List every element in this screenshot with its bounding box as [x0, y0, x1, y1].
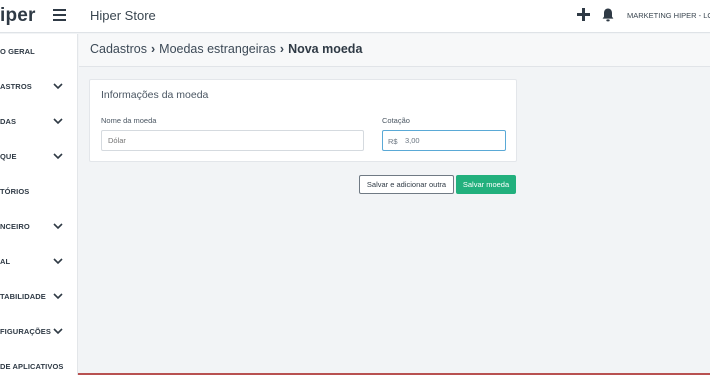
app-logo[interactable]: iper [0, 5, 36, 27]
sidebar-item-label: TABILIDADE [0, 292, 46, 301]
sidebar-item-label: AL [0, 257, 11, 266]
rate-label: Cotação [382, 116, 410, 125]
sidebar-item-label: NCEIRO [0, 222, 30, 231]
save-and-add-button[interactable]: Salvar e adicionar outra [359, 175, 454, 194]
sidebar-item-fiscal[interactable]: AL [0, 254, 78, 274]
sidebar-item-label: DE APLICATIVOS [0, 362, 64, 371]
sidebar-item-label: QUE [0, 152, 17, 161]
sidebar-item-visao-geral[interactable]: O GERAL [0, 44, 78, 64]
chevron-down-icon [53, 83, 63, 90]
sidebar-item-financeiro[interactable]: NCEIRO [0, 219, 78, 239]
top-bar: iper Hiper Store MARKETING HIPER - LOJI [0, 0, 710, 33]
chevron-down-icon [53, 223, 63, 230]
user-menu[interactable]: MARKETING HIPER - LOJI [627, 11, 710, 20]
chevron-down-icon [53, 118, 63, 125]
breadcrumb-separator: › [279, 42, 285, 56]
chevron-down-icon [53, 293, 63, 300]
save-button[interactable]: Salvar moeda [456, 175, 516, 194]
chevron-down-icon [53, 328, 63, 335]
breadcrumb-moedas-estrangeiras[interactable]: Moedas estrangeiras [159, 42, 276, 56]
sidebar-item-label: FIGURAÇÕES [0, 327, 52, 336]
sidebar-item-cadastros[interactable]: ASTROS [0, 79, 78, 99]
sidebar-item-label: O GERAL [0, 47, 35, 56]
sidebar-item-configuracoes[interactable]: FIGURAÇÕES [0, 324, 78, 344]
breadcrumb-separator: › [150, 42, 156, 56]
sidebar: O GERAL ASTROS DAS QUE TÓRIOS NCEIRO AL … [0, 34, 78, 375]
sidebar-item-vendas[interactable]: DAS [0, 114, 78, 134]
sidebar-item-relatorios[interactable]: TÓRIOS [0, 184, 78, 204]
sidebar-item-label: DAS [0, 117, 17, 126]
store-name[interactable]: Hiper Store [90, 8, 156, 23]
currency-name-input[interactable] [101, 130, 364, 151]
bell-icon[interactable] [602, 8, 614, 22]
plus-icon[interactable] [577, 8, 590, 21]
page-header: Cadastros › Moedas estrangeiras › Nova moeda [79, 34, 710, 67]
currency-prefix: R$ [388, 137, 398, 146]
sidebar-item-estoque[interactable]: QUE [0, 149, 78, 169]
page-title: Nova moeda [288, 42, 363, 56]
sidebar-item-contabilidade[interactable]: TABILIDADE [0, 289, 78, 309]
currency-name-label: Nome da moeda [101, 116, 157, 125]
chevron-down-icon [53, 258, 63, 265]
breadcrumb-cadastros[interactable]: Cadastros [90, 42, 147, 56]
chevron-down-icon [53, 153, 63, 160]
sidebar-item-label: TÓRIOS [0, 187, 30, 196]
breadcrumb: Cadastros › Moedas estrangeiras › Nova moeda [90, 42, 362, 56]
hamburger-icon[interactable] [53, 9, 66, 22]
currency-info-card: Informações da moeda Nome da moeda Cotaç… [89, 79, 517, 162]
card-title: Informações da moeda [101, 89, 209, 101]
rate-input[interactable] [382, 130, 506, 151]
sidebar-item-label: ASTROS [0, 82, 32, 91]
sidebar-item-loja-aplicativos[interactable]: DE APLICATIVOS [0, 359, 78, 375]
